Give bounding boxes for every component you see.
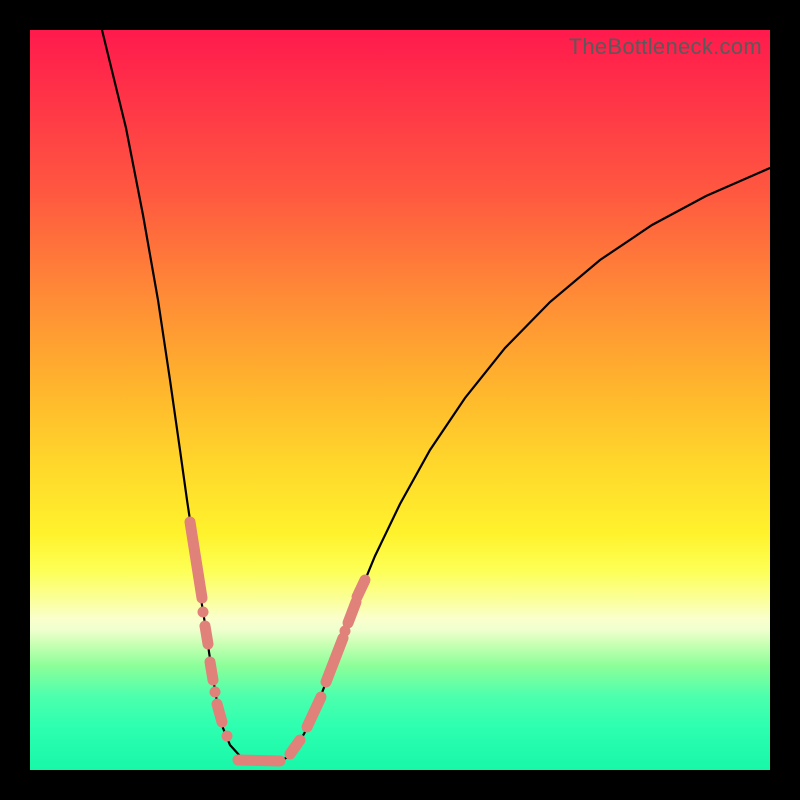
highlight-segment [326,638,343,682]
chart-frame: TheBottleneck.com [0,0,800,800]
highlight-segment [307,697,321,727]
highlight-dot [198,607,209,618]
right-curve [265,168,770,763]
plot-area: TheBottleneck.com [30,30,770,770]
highlight-segments [190,522,365,761]
left-curve [102,30,265,763]
highlight-segment [205,626,208,644]
highlight-segment [357,580,365,597]
highlight-segment [348,602,356,623]
highlight-dot [340,626,351,637]
highlight-dot [222,731,233,742]
highlight-dot [210,687,221,698]
highlight-segment [290,740,300,754]
highlight-segment [238,760,280,761]
highlight-segment [217,704,222,722]
highlight-segment [210,662,213,680]
highlight-segment [190,522,202,598]
curve-svg [30,30,770,770]
